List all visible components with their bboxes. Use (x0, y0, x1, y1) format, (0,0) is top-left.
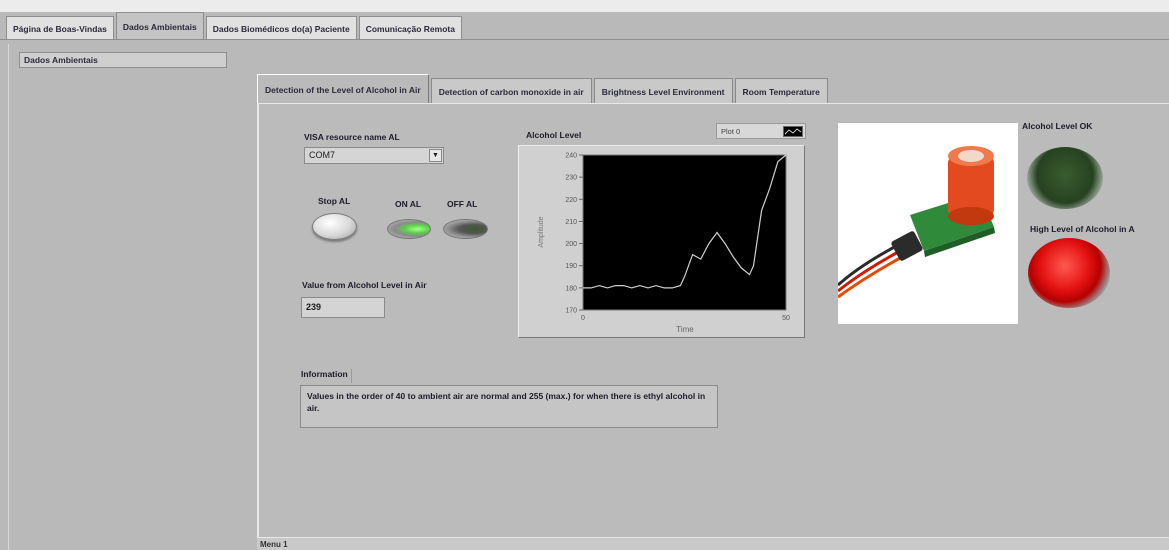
chevron-down-icon[interactable]: ▼ (429, 149, 442, 162)
visa-resource-select[interactable]: COM7 ▼ (304, 147, 444, 164)
alcohol-sensor-photo (837, 123, 1018, 324)
y-tick-label: 200 (565, 241, 577, 248)
alcohol-ok-label: Alcohol Level OK (1022, 121, 1093, 131)
y-axis-ticks: 240 230 220 210 200 190 180 170 (565, 153, 583, 315)
on-toggle[interactable] (387, 219, 431, 239)
plot-line-icon (783, 126, 803, 137)
tab-brightness[interactable]: Brightness Level Environment (593, 78, 733, 104)
tab-room-temperature[interactable]: Room Temperature (734, 78, 828, 104)
tab-alcohol-level[interactable]: Detection of the Level of Alcohol in Air (257, 74, 429, 104)
off-label: OFF AL (447, 199, 478, 209)
y-tick-label: 190 (565, 263, 577, 270)
bottom-bar (257, 537, 1169, 550)
off-toggle[interactable] (443, 219, 488, 239)
y-tick-label: 210 (565, 219, 577, 226)
y-axis-label: Amplitude (538, 216, 545, 247)
value-label: Value from Alcohol Level in Air (302, 280, 427, 290)
left-panel-label: Dados Ambientais (19, 52, 227, 68)
x-axis-ticks: 0 50 (581, 315, 790, 322)
visa-label: VISA resource name AL (304, 132, 400, 142)
visa-value: COM7 (309, 150, 336, 160)
stop-label: Stop AL (318, 196, 351, 206)
x-tick-label: 50 (782, 315, 790, 322)
y-tick-label: 220 (565, 197, 577, 204)
high-alcohol-label: High Level of Alcohol in A (1030, 224, 1135, 234)
alcohol-ok-led (1027, 147, 1103, 209)
chart-title: Alcohol Level (526, 130, 582, 140)
tab-comunicacao-remota[interactable]: Comunicação Remota (358, 16, 462, 40)
plot-legend[interactable]: Plot 0 (716, 123, 806, 139)
y-tick-label: 170 (565, 308, 577, 315)
tab-dados-biomedicos[interactable]: Dados Biomédicos do(a) Paciente (205, 16, 357, 40)
on-label: ON AL (395, 199, 422, 209)
main-tab-bar: Página de Boas-Vindas Dados Ambientais D… (6, 12, 464, 40)
high-alcohol-led (1028, 238, 1110, 308)
window-top-strip (0, 0, 1169, 12)
information-text: Values in the order of 40 to ambient air… (300, 385, 718, 428)
alcohol-level-chart: Amplitude Time 240230220210200190180170 … (538, 153, 790, 335)
y-tick-label: 180 (565, 285, 577, 292)
information-label: Information (301, 369, 352, 383)
alcohol-chart-frame: Amplitude Time 240 230 220 210 200 190 180 170 … (518, 145, 805, 338)
tab-boas-vindas[interactable]: Página de Boas-Vindas (6, 16, 114, 40)
legend-entry: Plot 0 (721, 127, 741, 136)
bottom-bar-label: Menu 1 (260, 540, 288, 549)
tab-carbon-monoxide[interactable]: Detection of carbon monoxide in air (430, 78, 592, 104)
stop-button[interactable] (312, 213, 357, 240)
sensor-tab-bar: Detection of the Level of Alcohol in Air… (257, 74, 830, 104)
left-panel: Dados Ambientais (8, 44, 258, 550)
x-axis-label: Time (676, 325, 694, 334)
x-tick-label: 0 (581, 315, 585, 322)
alcohol-value-field: 239 (301, 297, 385, 318)
tab-dados-ambientais[interactable]: Dados Ambientais (115, 12, 204, 40)
y-tick-label: 230 (565, 175, 577, 182)
tab-bar-divider (0, 39, 1169, 40)
y-tick-label: 240 (565, 153, 577, 160)
